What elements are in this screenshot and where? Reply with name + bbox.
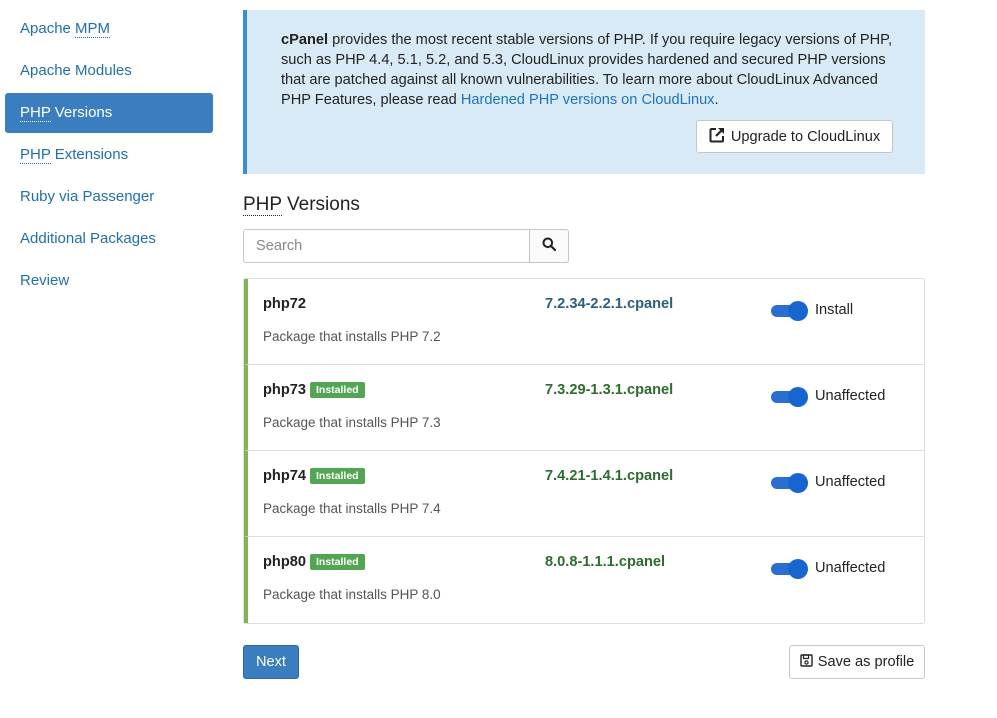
package-description: Package that installs PHP 8.0 (263, 587, 441, 602)
package-name: php73 (263, 382, 306, 398)
sidebar-item-php-extensions[interactable]: PHP Extensions (5, 135, 213, 175)
info-text: cPanel provides the most recent stable v… (281, 30, 895, 110)
main-content: cPanel provides the most recent stable v… (243, 10, 925, 679)
save-icon (800, 653, 813, 671)
toggle-label: Install (815, 302, 854, 318)
package-row: php74 Installed Package that installs PHP… (244, 451, 924, 537)
sidebar-item-ruby-via-passenger[interactable]: Ruby via Passenger (5, 177, 213, 217)
package-name-wrap: php80 Installed (263, 554, 365, 570)
package-version: 7.2.34-2.2.1.cpanel (545, 296, 674, 312)
package-toggle[interactable]: Install (771, 300, 854, 321)
toggle-switch[interactable] (771, 300, 808, 321)
sidebar-item-label: Extensions (50, 146, 129, 163)
package-toggle[interactable]: Unaffected (771, 472, 886, 493)
package-name: php74 (263, 468, 306, 484)
sidebar-nav: Apache MPM Apache Modules PHP Versions P… (5, 9, 213, 303)
search-bar (243, 229, 569, 263)
package-name-wrap: php74 Installed (263, 468, 365, 484)
toggle-label: Unaffected (815, 560, 886, 576)
package-row: php73 Installed Package that installs PHP… (244, 365, 924, 451)
toggle-switch[interactable] (771, 386, 808, 407)
sidebar-item-label: Additional Packages (20, 230, 156, 247)
sidebar-item-additional-packages[interactable]: Additional Packages (5, 219, 213, 259)
sidebar-item-abbr: MPM (75, 20, 111, 38)
package-row: php72 Package that installs PHP 7.2 7.2.… (244, 279, 924, 365)
package-name: php72 (263, 296, 306, 312)
save-as-profile-button[interactable]: Save as profile (789, 645, 925, 679)
search-button[interactable] (529, 229, 569, 263)
package-version: 8.0.8-1.1.1.cpanel (545, 554, 666, 570)
sidebar-item-label: Versions (50, 104, 113, 121)
next-button[interactable]: Next (243, 645, 299, 679)
package-name: php80 (263, 554, 306, 570)
installed-badge: Installed (309, 382, 365, 398)
title-abbr: PHP (243, 194, 282, 216)
sidebar-item-label: Apache Modules (20, 62, 132, 79)
package-version: 7.4.21-1.4.1.cpanel (545, 468, 674, 484)
package-list: php72 Package that installs PHP 7.2 7.2.… (243, 278, 925, 624)
search-icon (542, 237, 557, 256)
sidebar-item-abbr: PHP (20, 146, 51, 164)
package-name-wrap: php73 Installed (263, 382, 365, 398)
toggle-switch[interactable] (771, 472, 808, 493)
package-description: Package that installs PHP 7.4 (263, 501, 441, 516)
package-name-wrap: php72 (263, 296, 306, 312)
sidebar-item-abbr: PHP (20, 104, 51, 122)
toggle-label: Unaffected (815, 388, 886, 404)
package-version: 7.3.29-1.3.1.cpanel (545, 382, 674, 398)
sidebar-item-php-versions[interactable]: PHP Versions (5, 93, 213, 133)
installed-badge: Installed (309, 554, 365, 570)
title-rest: Versions (281, 194, 360, 215)
package-row: php80 Installed Package that installs PHP… (244, 537, 924, 623)
sidebar-item-apache-modules[interactable]: Apache Modules (5, 51, 213, 91)
package-toggle[interactable]: Unaffected (771, 386, 886, 407)
external-link-icon (709, 127, 725, 147)
page-title: PHP Versions (243, 194, 925, 220)
package-description: Package that installs PHP 7.2 (263, 329, 441, 344)
sidebar-item-review[interactable]: Review (5, 261, 213, 301)
info-brand: cPanel (281, 32, 329, 48)
upgrade-button-label: Upgrade to CloudLinux (730, 128, 881, 145)
footer-actions: Next Save as profile (243, 645, 925, 679)
toggle-switch[interactable] (771, 558, 808, 579)
package-description: Package that installs PHP 7.3 (263, 415, 441, 430)
sidebar-item-label: Review (20, 272, 70, 289)
search-input[interactable] (243, 229, 530, 263)
package-toggle[interactable]: Unaffected (771, 558, 886, 579)
info-callout: cPanel provides the most recent stable v… (243, 10, 925, 174)
sidebar-item-label: Ruby via Passenger (20, 188, 155, 205)
save-button-label: Save as profile (817, 654, 915, 670)
toggle-label: Unaffected (815, 474, 886, 490)
sidebar-item-apache-mpm[interactable]: Apache MPM (5, 9, 213, 49)
installed-badge: Installed (309, 468, 365, 484)
upgrade-to-cloudlinux-button[interactable]: Upgrade to CloudLinux (696, 120, 893, 153)
hardened-php-link[interactable]: Hardened PHP versions on CloudLinux (461, 92, 715, 108)
info-end: . (714, 92, 719, 108)
sidebar-item-label: Apache (20, 20, 76, 37)
